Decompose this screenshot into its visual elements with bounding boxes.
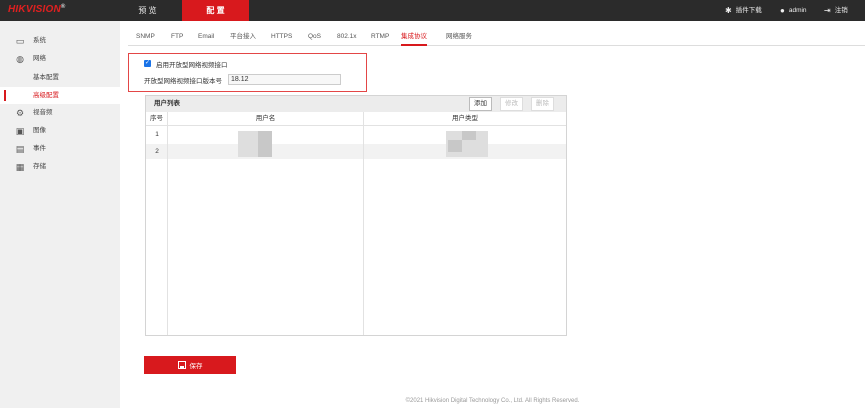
sidebar-sub-advanced-config[interactable]: 高级配置 xyxy=(0,87,120,104)
tab-platform-access[interactable]: 平台接入 xyxy=(230,28,256,46)
calendar-icon: ▤ xyxy=(15,144,25,154)
puzzle-icon: ✱ xyxy=(725,6,732,15)
image-icon: ▣ xyxy=(15,126,25,136)
tab-https[interactable]: HTTPS xyxy=(271,28,292,46)
sidebar-item-system[interactable]: ▭ 系统 xyxy=(0,32,120,50)
user-icon: ● xyxy=(780,6,785,15)
tab-rtmp[interactable]: RTMP xyxy=(371,28,389,46)
tab-network-service[interactable]: 网络服务 xyxy=(446,28,472,46)
sidebar: ▭ 系统 ◍ 网络 基本配置 高级配置 ⚙ 视音频 ▣ 图像 ▤ 事件 ▦ 存储 xyxy=(0,21,120,408)
redacted-username xyxy=(258,131,272,157)
tab-email[interactable]: Email xyxy=(198,28,214,46)
logout-icon: ⇥ xyxy=(824,6,831,15)
monitor-icon: ▭ xyxy=(15,36,25,46)
sidebar-item-image[interactable]: ▣ 图像 xyxy=(0,122,120,140)
onvif-version-field: 18.12 xyxy=(228,74,341,85)
nav-config[interactable]: 配 置 xyxy=(182,0,249,21)
user-list-title: 用户列表 xyxy=(154,100,180,107)
sidebar-item-video-audio[interactable]: ⚙ 视音频 xyxy=(0,104,120,122)
sidebar-item-storage[interactable]: ▦ 存储 xyxy=(0,158,120,176)
tab-8021x[interactable]: 802.1x xyxy=(337,28,357,46)
save-icon: ▦ xyxy=(15,162,25,172)
camera-icon: ⚙ xyxy=(15,108,25,118)
tab-snmp[interactable]: SNMP xyxy=(136,28,155,46)
column-divider xyxy=(167,112,168,335)
table-row[interactable]: 1 xyxy=(146,127,566,142)
col-header-user-type: 用户类型 xyxy=(364,112,566,126)
row-number: 1 xyxy=(155,131,159,138)
save-button[interactable]: 保存 xyxy=(144,356,236,374)
modify-user-button[interactable]: 修改 xyxy=(500,97,523,111)
enable-onvif-label: 启用开放型网络视频接口 xyxy=(156,61,228,69)
enable-onvif-row: ✓ 启用开放型网络视频接口 xyxy=(144,58,228,69)
column-divider xyxy=(363,112,364,335)
sidebar-item-event[interactable]: ▤ 事件 xyxy=(0,140,120,158)
sidebar-item-network[interactable]: ◍ 网络 xyxy=(0,50,120,68)
add-user-button[interactable]: 添加 xyxy=(469,97,492,111)
floppy-icon xyxy=(177,361,186,369)
nav-preview[interactable]: 预 览 xyxy=(120,0,175,21)
redacted-user-type xyxy=(448,140,462,152)
delete-user-button[interactable]: 删除 xyxy=(531,97,554,111)
footer-copyright: ©2021 Hikvision Digital Technology Co., … xyxy=(405,398,580,404)
row-number: 2 xyxy=(155,148,159,155)
brand-logo: HIKVISION® xyxy=(8,4,66,15)
redacted-user-type xyxy=(462,131,476,140)
col-header-no: 序号 xyxy=(146,112,168,126)
user-list-header: 用户列表 添加 修改 删除 xyxy=(146,96,566,112)
sidebar-sub-basic-config[interactable]: 基本配置 xyxy=(0,69,120,86)
col-header-username: 用户名 xyxy=(168,112,364,126)
onvif-version-label: 开放型网络视频接口版本号 xyxy=(144,78,222,85)
user-menu[interactable]: ● admin xyxy=(780,0,807,21)
config-tabs: SNMP FTP Email 平台接入 HTTPS QoS 802.1x RTM… xyxy=(128,28,865,46)
enable-onvif-checkbox[interactable]: ✓ xyxy=(144,60,151,67)
tab-integration-protocol[interactable]: 集成协议 xyxy=(401,28,427,46)
globe-icon: ◍ xyxy=(16,54,24,64)
tab-qos[interactable]: QoS xyxy=(308,28,321,46)
top-bar: HIKVISION® 预 览 配 置 ✱ 插件下载 ● admin ⇥ 注销 xyxy=(0,0,865,21)
tab-ftp[interactable]: FTP xyxy=(171,28,183,46)
table-row[interactable]: 2 xyxy=(146,144,566,159)
logout-link[interactable]: ⇥ 注销 xyxy=(824,0,848,21)
user-list-panel: 用户列表 添加 修改 删除 序号 用户名 用户类型 1 2 xyxy=(145,95,567,336)
plugin-download-link[interactable]: ✱ 插件下载 xyxy=(725,0,762,21)
